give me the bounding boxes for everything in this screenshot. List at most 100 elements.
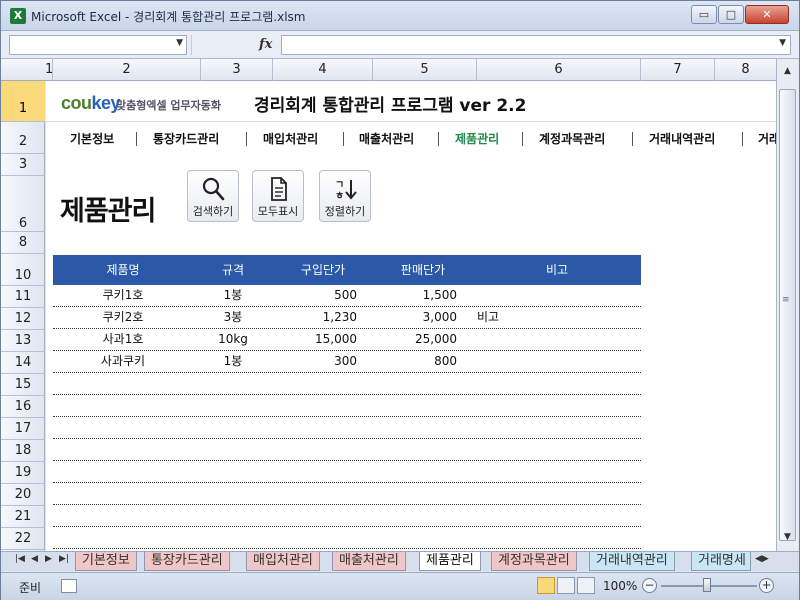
spec-cell[interactable] — [193, 527, 273, 548]
sort-button[interactable]: ㄱㅎ 정렬하기 — [319, 170, 371, 222]
table-row[interactable]: 쿠키2호 3봉 1,230 3,000 비고 — [53, 307, 641, 329]
minimize-button[interactable]: ▭ — [691, 5, 717, 24]
row-header[interactable]: 22 — [1, 528, 45, 550]
row-header[interactable]: 10 — [1, 254, 45, 286]
spec-cell[interactable] — [193, 395, 273, 416]
note-cell[interactable] — [477, 373, 637, 394]
purchase-price-cell[interactable] — [273, 505, 357, 526]
purchase-price-cell[interactable]: 1,230 — [273, 307, 357, 328]
column-note[interactable]: 비고 — [477, 255, 637, 285]
table-row[interactable] — [53, 395, 641, 417]
row-header[interactable]: 2 — [1, 122, 45, 154]
table-row[interactable] — [53, 461, 641, 483]
spec-cell[interactable]: 3봉 — [193, 307, 273, 328]
row-header[interactable]: 6 — [1, 176, 45, 232]
close-button[interactable]: ✕ — [745, 5, 789, 24]
product-name-cell[interactable] — [53, 373, 193, 394]
table-row[interactable] — [53, 483, 641, 505]
sheet-tab-sales[interactable]: 매출처관리 — [332, 552, 406, 571]
tab-scroll-icon[interactable]: ◀▶ — [755, 554, 769, 564]
purchase-price-cell[interactable] — [273, 417, 357, 438]
table-row[interactable] — [53, 417, 641, 439]
row-header[interactable]: 14 — [1, 352, 45, 374]
zoom-in-button[interactable]: + — [759, 578, 774, 593]
note-cell[interactable] — [477, 395, 637, 416]
excel-icon[interactable]: X — [10, 8, 26, 24]
sale-price-cell[interactable] — [357, 395, 457, 416]
sheet-tab-transactions[interactable]: 거래내역관리 — [589, 552, 675, 571]
spec-cell[interactable]: 1봉 — [193, 285, 273, 306]
table-row[interactable]: 사과쿠키 1봉 300 800 — [53, 351, 641, 373]
sale-price-cell[interactable]: 3,000 — [357, 307, 457, 328]
column-header[interactable]: 6 — [477, 59, 641, 81]
menu-item-bank-card[interactable]: 통장카드관리 — [153, 130, 219, 147]
row-header[interactable]: 13 — [1, 330, 45, 352]
row-header[interactable]: 16 — [1, 396, 45, 418]
product-name-cell[interactable] — [53, 439, 193, 460]
sale-price-cell[interactable]: 1,500 — [357, 285, 457, 306]
product-name-cell[interactable] — [53, 461, 193, 482]
column-sale-price[interactable]: 판매단가 — [373, 255, 473, 285]
sale-price-cell[interactable] — [357, 417, 457, 438]
maximize-button[interactable]: □ — [718, 5, 744, 24]
purchase-price-cell[interactable]: 300 — [273, 351, 357, 372]
purchase-price-cell[interactable] — [273, 461, 357, 482]
product-name-cell[interactable] — [53, 527, 193, 548]
sheet-tab-accounts[interactable]: 계정과목관리 — [491, 552, 577, 571]
purchase-price-cell[interactable] — [273, 395, 357, 416]
purchase-price-cell[interactable]: 15,000 — [273, 329, 357, 350]
column-header[interactable]: 3 — [201, 59, 273, 81]
sale-price-cell[interactable]: 25,000 — [357, 329, 457, 350]
last-sheet-icon[interactable]: ▶| — [59, 554, 69, 564]
row-header[interactable]: 19 — [1, 462, 45, 484]
scroll-down-icon[interactable]: ▼ — [779, 529, 796, 546]
table-row[interactable]: 쿠키1호 1봉 500 1,500 — [53, 285, 641, 307]
menu-item-sales[interactable]: 매출처관리 — [359, 130, 414, 147]
row-header[interactable]: 8 — [1, 232, 45, 254]
first-sheet-icon[interactable]: |◀ — [15, 554, 25, 564]
row-header[interactable]: 18 — [1, 440, 45, 462]
page-layout-view-icon[interactable] — [557, 577, 575, 594]
product-name-cell[interactable] — [53, 505, 193, 526]
insert-function-icon[interactable]: fx — [259, 37, 272, 52]
spec-cell[interactable] — [193, 373, 273, 394]
menu-item-transactions[interactable]: 거래내역관리 — [649, 130, 715, 147]
sheet-grid[interactable]: coukey 맞춤형엑셀 업무자동화 경리회계 통합관리 프로그램 ver 2.… — [46, 81, 776, 551]
zoom-level[interactable]: 100% — [603, 579, 637, 593]
formula-bar-grip[interactable] — [191, 35, 201, 55]
column-header[interactable]: 7 — [641, 59, 715, 81]
search-button[interactable]: 검색하기 — [187, 170, 239, 222]
note-cell[interactable] — [477, 351, 637, 372]
purchase-price-cell[interactable] — [273, 373, 357, 394]
spec-cell[interactable]: 1봉 — [193, 351, 273, 372]
scroll-up-icon[interactable]: ▲ — [779, 63, 796, 80]
sheet-tab-basic-info[interactable]: 기본정보 — [75, 552, 137, 571]
chevron-down-icon[interactable]: ▼ — [176, 38, 183, 48]
note-cell[interactable]: 비고 — [477, 307, 637, 328]
note-cell[interactable] — [477, 483, 637, 504]
menu-item-accounts[interactable]: 계정과목관리 — [539, 130, 605, 147]
row-header[interactable]: 21 — [1, 506, 45, 528]
row-header[interactable]: 12 — [1, 308, 45, 330]
product-name-cell[interactable] — [53, 483, 193, 504]
spec-cell[interactable] — [193, 461, 273, 482]
macro-record-icon[interactable] — [61, 579, 77, 593]
column-header[interactable]: 2 — [53, 59, 201, 81]
row-header[interactable]: 3 — [1, 154, 45, 176]
spec-cell[interactable] — [193, 483, 273, 504]
column-header[interactable]: 4 — [273, 59, 373, 81]
note-cell[interactable] — [477, 439, 637, 460]
row-header[interactable]: 20 — [1, 484, 45, 506]
name-box[interactable]: ▼ — [9, 35, 187, 55]
purchase-price-cell[interactable] — [273, 527, 357, 548]
spec-cell[interactable] — [193, 417, 273, 438]
purchase-price-cell[interactable] — [273, 483, 357, 504]
vertical-scrollbar[interactable]: ▲ ≡ ▼ — [776, 59, 798, 551]
purchase-price-cell[interactable] — [273, 439, 357, 460]
product-name-cell[interactable]: 쿠키2호 — [53, 307, 193, 328]
spec-cell[interactable] — [193, 505, 273, 526]
sale-price-cell[interactable] — [357, 483, 457, 504]
product-name-cell[interactable]: 쿠키1호 — [53, 285, 193, 306]
sale-price-cell[interactable]: 800 — [357, 351, 457, 372]
prev-sheet-icon[interactable]: ◀ — [31, 554, 38, 564]
